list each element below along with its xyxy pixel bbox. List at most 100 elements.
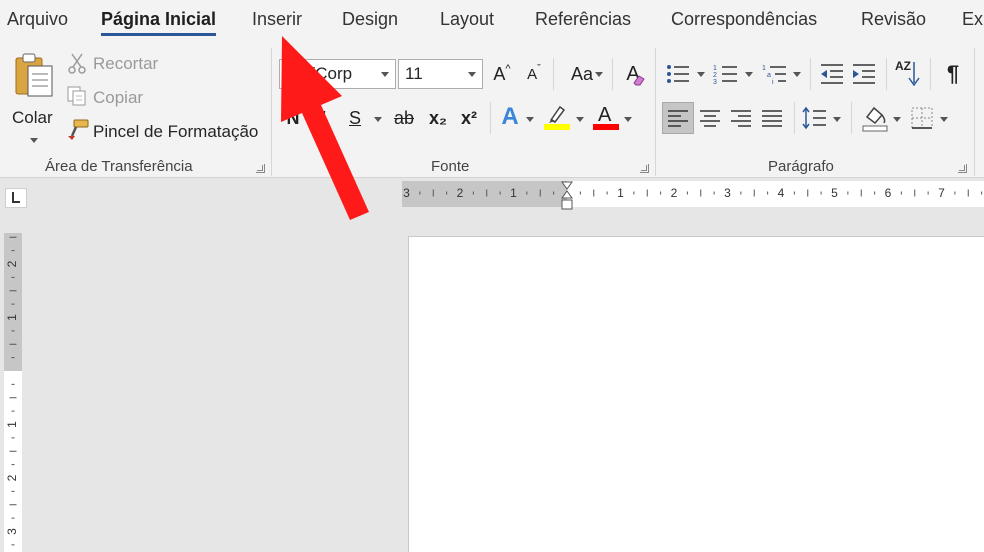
- borders-icon[interactable]: [910, 106, 934, 130]
- highlight-chevron-icon[interactable]: [576, 117, 584, 122]
- tab-selector[interactable]: [5, 188, 27, 208]
- bold-button[interactable]: N: [280, 104, 306, 132]
- group-separator: [655, 48, 656, 176]
- chevron-down-icon: [381, 72, 389, 77]
- separator: [794, 102, 795, 134]
- clipboard-dialog-launcher-icon[interactable]: [256, 164, 265, 173]
- justify-button[interactable]: [758, 102, 786, 134]
- font-name-value: ori (Corp: [286, 64, 353, 83]
- cut-button[interactable]: Recortar: [93, 54, 158, 74]
- clear-formatting-button[interactable]: A: [618, 60, 648, 88]
- ruler-number: 1: [5, 314, 19, 321]
- multilevel-list-icon[interactable]: 1ai: [762, 62, 788, 86]
- grow-font-icon: A: [493, 63, 506, 84]
- align-center-button[interactable]: [696, 102, 724, 134]
- group-separator: [974, 48, 975, 176]
- chevron-down-icon: [30, 138, 38, 143]
- text-effects-chevron-icon[interactable]: [526, 117, 534, 122]
- tab-layout[interactable]: Layout: [440, 9, 494, 30]
- ribbon: Colar Recortar Copiar Pincel de Formataç…: [0, 40, 984, 178]
- bullets-icon[interactable]: [665, 62, 691, 86]
- sort-arrow-down-icon: [908, 62, 920, 87]
- tab-arquivo[interactable]: Arquivo: [7, 9, 68, 30]
- text-effects-button[interactable]: A: [496, 102, 524, 132]
- font-size-combo[interactable]: 11: [398, 59, 483, 89]
- font-size-value: 11: [405, 64, 423, 83]
- ruler-number: 3: [724, 186, 731, 200]
- font-dialog-launcher-icon[interactable]: [640, 164, 649, 173]
- font-color-swatch: [593, 124, 619, 130]
- tab-exibir[interactable]: Ex: [962, 9, 983, 30]
- svg-text:i: i: [772, 79, 774, 86]
- change-case-button[interactable]: Aa: [559, 60, 605, 88]
- left-tab-stop-icon: [12, 192, 20, 203]
- ruler-number: 5: [831, 186, 838, 200]
- tab-inserir[interactable]: Inserir: [252, 9, 302, 30]
- decrease-indent-icon[interactable]: [819, 62, 845, 86]
- paragraph-dialog-launcher-icon[interactable]: [958, 164, 967, 173]
- document-page[interactable]: [408, 236, 984, 552]
- bullets-chevron-icon[interactable]: [697, 72, 705, 77]
- shading-chevron-icon[interactable]: [893, 117, 901, 122]
- subscript-button[interactable]: x₂: [424, 104, 452, 132]
- numbering-chevron-icon[interactable]: [745, 72, 753, 77]
- format-painter-icon: [68, 119, 89, 140]
- shading-icon[interactable]: [862, 104, 888, 132]
- horizontal-ruler-scale: 3 2 1 1 2 3 4 5 6 7: [403, 186, 983, 200]
- multilevel-list-chevron-icon[interactable]: [793, 72, 801, 77]
- tab-correspondencias[interactable]: Correspondências: [671, 9, 817, 30]
- tab-referencias[interactable]: Referências: [535, 9, 631, 30]
- numbering-icon[interactable]: 123: [713, 62, 739, 86]
- ruler-number: 2: [457, 186, 464, 200]
- font-color-chevron-icon[interactable]: [624, 117, 632, 122]
- svg-text:a: a: [767, 72, 771, 79]
- indent-marker-icon[interactable]: [560, 181, 574, 211]
- grow-font-button[interactable]: A ^: [488, 60, 516, 88]
- align-left-button[interactable]: [662, 102, 694, 134]
- chevron-down-icon: [595, 72, 603, 77]
- svg-text:3: 3: [713, 79, 717, 86]
- chevron-down-icon: [468, 72, 476, 77]
- format-painter-button[interactable]: Pincel de Formatação: [93, 122, 258, 142]
- ruler-number: 6: [885, 186, 892, 200]
- shrink-font-icon: A: [527, 65, 538, 83]
- copy-icon: [67, 86, 86, 106]
- caret-down-icon: ˇ: [537, 63, 541, 75]
- ruler-number: 7: [938, 186, 945, 200]
- align-left-icon: [668, 110, 688, 127]
- superscript-button[interactable]: x²: [455, 104, 483, 132]
- line-spacing-icon[interactable]: [802, 106, 828, 130]
- vertical-ruler[interactable]: 2 1 1 2 3: [4, 233, 22, 552]
- align-right-button[interactable]: [727, 102, 755, 134]
- horizontal-ruler[interactable]: 3 2 1 1 2 3 4 5 6 7: [402, 181, 984, 210]
- paste-button[interactable]: Colar: [8, 48, 60, 146]
- italic-button[interactable]: I: [310, 104, 336, 132]
- tab-pagina-inicial[interactable]: Página Inicial: [101, 9, 217, 36]
- ruler-number: 2: [5, 474, 19, 481]
- scissors-icon: [68, 53, 86, 74]
- svg-text:1: 1: [713, 65, 717, 72]
- show-formatting-marks-button[interactable]: ¶: [938, 59, 968, 89]
- copy-button[interactable]: Copiar: [93, 88, 143, 108]
- highlight-button[interactable]: [543, 102, 571, 132]
- borders-chevron-icon[interactable]: [940, 117, 948, 122]
- ruler-number: 3: [403, 186, 410, 200]
- increase-indent-icon[interactable]: [851, 62, 877, 86]
- justify-icon: [762, 110, 782, 127]
- font-group-label: Fonte: [431, 158, 470, 175]
- tab-revisao[interactable]: Revisão: [861, 9, 926, 30]
- tab-design[interactable]: Design: [342, 9, 398, 30]
- separator: [810, 58, 811, 90]
- separator: [930, 58, 931, 90]
- font-color-button[interactable]: A: [592, 102, 620, 132]
- sort-button[interactable]: AZ: [893, 59, 923, 89]
- shrink-font-button[interactable]: Aˇ: [520, 60, 548, 88]
- paste-label: Colar: [12, 108, 53, 127]
- ruler-number: 1: [617, 186, 624, 200]
- line-spacing-chevron-icon[interactable]: [833, 117, 841, 122]
- strikethrough-button[interactable]: ab: [390, 104, 418, 132]
- underline-dropdown-chevron-icon[interactable]: [374, 117, 382, 122]
- font-name-combo[interactable]: ori (Corp: [279, 59, 396, 89]
- sort-icon: AZ: [895, 59, 911, 73]
- underline-button[interactable]: S: [342, 104, 368, 132]
